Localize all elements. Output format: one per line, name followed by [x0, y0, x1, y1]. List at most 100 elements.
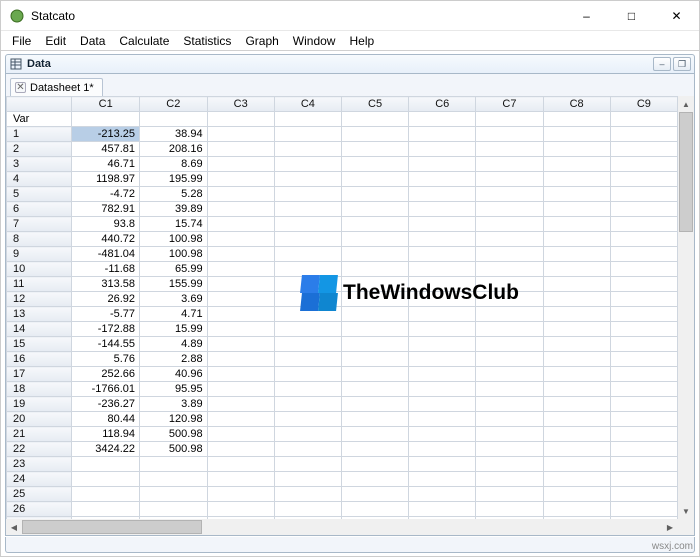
cell[interactable] [207, 442, 274, 457]
inner-minimize-button[interactable]: – [653, 57, 671, 71]
row-header[interactable]: 19 [7, 397, 72, 412]
cell[interactable] [543, 337, 610, 352]
cell[interactable]: 1198.97 [72, 172, 140, 187]
cell[interactable] [207, 247, 274, 262]
cell[interactable] [207, 487, 274, 502]
cell[interactable] [207, 412, 274, 427]
col-header-c7[interactable]: C7 [476, 97, 543, 112]
cell[interactable]: 26.92 [72, 292, 140, 307]
row-header[interactable]: 11 [7, 277, 72, 292]
cell[interactable]: -144.55 [72, 337, 140, 352]
cell[interactable] [274, 187, 341, 202]
cell[interactable] [341, 187, 408, 202]
cell[interactable] [543, 457, 610, 472]
cell[interactable] [207, 427, 274, 442]
row-header[interactable]: 15 [7, 337, 72, 352]
row-header[interactable]: 4 [7, 172, 72, 187]
scroll-right-icon[interactable]: ▶ [662, 519, 678, 535]
cell[interactable] [476, 472, 543, 487]
cell[interactable] [341, 502, 408, 517]
row-header[interactable]: 17 [7, 367, 72, 382]
cell[interactable]: 8.69 [140, 157, 208, 172]
cell[interactable] [274, 307, 341, 322]
cell[interactable] [476, 157, 543, 172]
cell[interactable] [610, 262, 677, 277]
cell[interactable] [610, 502, 677, 517]
cell[interactable] [341, 427, 408, 442]
cell[interactable] [610, 127, 677, 142]
cell[interactable] [610, 412, 677, 427]
cell[interactable] [476, 397, 543, 412]
cell[interactable] [543, 382, 610, 397]
cell[interactable] [543, 202, 610, 217]
cell[interactable] [610, 382, 677, 397]
cell[interactable] [476, 382, 543, 397]
cell[interactable] [409, 142, 476, 157]
cell[interactable] [543, 142, 610, 157]
cell[interactable]: 118.94 [72, 427, 140, 442]
menu-edit[interactable]: Edit [38, 32, 73, 50]
cell[interactable] [610, 487, 677, 502]
cell[interactable] [207, 352, 274, 367]
cell[interactable] [610, 187, 677, 202]
cell[interactable] [140, 502, 208, 517]
row-header[interactable]: 24 [7, 472, 72, 487]
tab-close-icon[interactable]: ✕ [15, 82, 26, 93]
cell[interactable] [409, 412, 476, 427]
cell[interactable] [140, 487, 208, 502]
corner-cell[interactable] [7, 97, 72, 112]
cell[interactable]: 155.99 [140, 277, 208, 292]
cell[interactable] [207, 232, 274, 247]
cell[interactable] [610, 157, 677, 172]
cell[interactable]: 5.28 [140, 187, 208, 202]
cell[interactable] [341, 322, 408, 337]
cell[interactable] [543, 397, 610, 412]
inner-restore-button[interactable]: ❐ [673, 57, 691, 71]
cell[interactable]: -4.72 [72, 187, 140, 202]
row-header[interactable]: 1 [7, 127, 72, 142]
var-cell[interactable] [476, 112, 543, 127]
hscroll-thumb[interactable] [22, 520, 202, 534]
cell[interactable]: -5.77 [72, 307, 140, 322]
cell[interactable]: -481.04 [72, 247, 140, 262]
var-cell[interactable] [341, 112, 408, 127]
scroll-up-icon[interactable]: ▲ [678, 96, 694, 112]
cell[interactable] [140, 472, 208, 487]
cell[interactable] [274, 127, 341, 142]
cell[interactable] [274, 217, 341, 232]
cell[interactable] [543, 307, 610, 322]
cell[interactable] [341, 262, 408, 277]
cell[interactable] [207, 382, 274, 397]
cell[interactable] [543, 127, 610, 142]
cell[interactable] [610, 172, 677, 187]
cell[interactable]: 80.44 [72, 412, 140, 427]
col-header-c8[interactable]: C8 [543, 97, 610, 112]
cell[interactable] [341, 232, 408, 247]
cell[interactable] [207, 217, 274, 232]
cell[interactable] [274, 487, 341, 502]
cell[interactable]: 440.72 [72, 232, 140, 247]
cell[interactable] [610, 232, 677, 247]
cell[interactable] [274, 397, 341, 412]
menu-data[interactable]: Data [73, 32, 112, 50]
cell[interactable] [274, 172, 341, 187]
cell[interactable] [476, 277, 543, 292]
cell[interactable] [543, 427, 610, 442]
cell[interactable]: -172.88 [72, 322, 140, 337]
row-header[interactable]: 8 [7, 232, 72, 247]
cell[interactable]: 39.89 [140, 202, 208, 217]
cell[interactable]: 93.8 [72, 217, 140, 232]
cell[interactable] [207, 142, 274, 157]
cell[interactable] [274, 157, 341, 172]
cell[interactable] [409, 232, 476, 247]
row-header[interactable]: 12 [7, 292, 72, 307]
cell[interactable] [409, 472, 476, 487]
cell[interactable] [476, 292, 543, 307]
cell[interactable]: 100.98 [140, 247, 208, 262]
cell[interactable]: 208.16 [140, 142, 208, 157]
cell[interactable] [72, 487, 140, 502]
cell[interactable] [610, 142, 677, 157]
vscroll-thumb[interactable] [679, 112, 693, 232]
cell[interactable] [476, 442, 543, 457]
menu-calculate[interactable]: Calculate [112, 32, 176, 50]
